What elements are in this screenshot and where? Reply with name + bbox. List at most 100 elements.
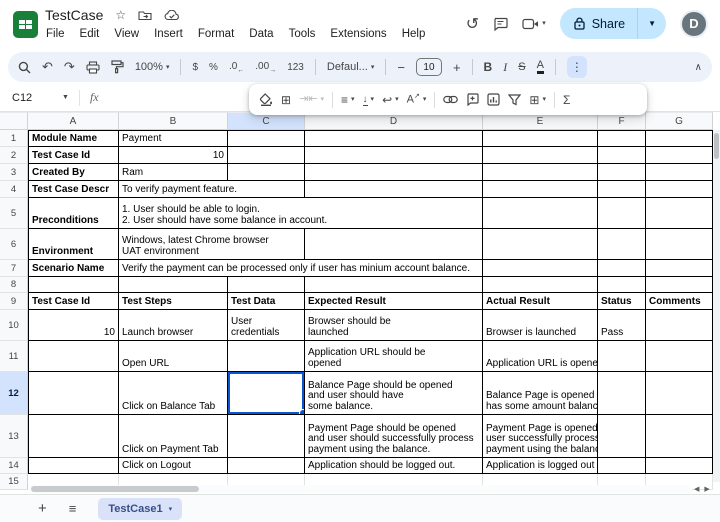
cell-D6[interactable]	[305, 229, 483, 260]
functions-sigma-button[interactable]: Σ	[563, 93, 570, 107]
bold-button[interactable]: B	[484, 60, 493, 74]
cell-A7[interactable]: Scenario Name	[28, 260, 119, 277]
undo-icon[interactable]: ↶	[42, 59, 53, 75]
cell-D4[interactable]	[305, 181, 483, 198]
cell-E4[interactable]	[483, 181, 598, 198]
cell-F12[interactable]	[598, 372, 646, 415]
cell-A12[interactable]	[28, 372, 119, 415]
name-box[interactable]: C12	[0, 92, 62, 104]
menu-file[interactable]: File	[46, 28, 65, 40]
cell-F5[interactable]	[598, 198, 646, 229]
create-filter-icon[interactable]	[508, 93, 522, 106]
cell-F7[interactable]	[598, 260, 646, 277]
star-icon[interactable]: ☆	[115, 9, 126, 21]
cell-G2[interactable]	[646, 147, 713, 164]
document-title[interactable]: TestCase	[45, 7, 103, 23]
cell-E7[interactable]	[483, 260, 598, 277]
row-header-15[interactable]: 15	[0, 474, 28, 490]
comment-history-icon[interactable]	[493, 17, 508, 31]
cell-C8[interactable]	[228, 277, 305, 293]
menu-extensions[interactable]: Extensions	[330, 28, 386, 40]
add-sheet-button[interactable]: +	[38, 500, 47, 517]
cell-D8[interactable]	[305, 277, 483, 293]
font-size-input[interactable]: 10	[415, 58, 442, 76]
row-header-2[interactable]: 2	[0, 147, 28, 164]
cell-B13[interactable]: Click on Payment Tab	[119, 415, 228, 458]
cell-E13[interactable]: Payment Page is opened and user successf…	[483, 415, 598, 458]
paint-format-icon[interactable]	[111, 60, 124, 74]
cell-A11[interactable]	[28, 341, 119, 372]
cell-F2[interactable]	[598, 147, 646, 164]
cell-B1[interactable]: Payment	[119, 130, 228, 147]
merge-cells-button[interactable]: ⇥⇤ ▾	[299, 94, 324, 105]
cell-E5[interactable]	[483, 198, 598, 229]
cell-G8[interactable]	[646, 277, 713, 293]
menu-insert[interactable]: Insert	[154, 28, 183, 40]
row-header-6[interactable]: 6	[0, 229, 28, 260]
cell-D2[interactable]	[305, 147, 483, 164]
more-formats-button[interactable]: 123	[287, 62, 304, 73]
cell-G3[interactable]	[646, 164, 713, 181]
cell-A13[interactable]	[28, 415, 119, 458]
cell-C13[interactable]	[228, 415, 305, 458]
col-header-G[interactable]: G	[646, 112, 713, 130]
row-header-13[interactable]: 13	[0, 415, 28, 458]
toolbar-more-button[interactable]: ⋮	[566, 56, 587, 78]
cell-F13[interactable]	[598, 415, 646, 458]
row-header-14[interactable]: 14	[0, 458, 28, 474]
cell-A10[interactable]: 10	[28, 310, 119, 341]
text-rotation-button[interactable]: A↗ ▾	[407, 93, 427, 106]
borders-icon[interactable]: ⊞	[281, 93, 291, 107]
row-header-8[interactable]: 8	[0, 277, 28, 293]
menu-format[interactable]: Format	[198, 28, 234, 40]
redo-icon[interactable]: ↷	[64, 59, 75, 75]
menu-tools[interactable]: Tools	[289, 28, 316, 40]
cell-C12[interactable]	[228, 372, 305, 415]
cell-A9[interactable]: Test Case Id	[28, 293, 119, 310]
cell-G14[interactable]	[646, 458, 713, 474]
cell-F14[interactable]	[598, 458, 646, 474]
cell-F1[interactable]	[598, 130, 646, 147]
cell-D11[interactable]: Application URL should be opened	[305, 341, 483, 372]
insert-comment-icon[interactable]	[466, 93, 479, 106]
decrease-decimal-button[interactable]: .0←	[229, 61, 244, 74]
row-header-1[interactable]: 1	[0, 130, 28, 147]
col-header-A[interactable]: A	[28, 112, 119, 130]
cell-D10[interactable]: Browser should be launched	[305, 310, 483, 341]
cell-D12[interactable]: Balance Page should be opened and user s…	[305, 372, 483, 415]
italic-button[interactable]: I	[503, 60, 507, 75]
text-color-button[interactable]: A	[536, 60, 544, 74]
avatar[interactable]: D	[680, 9, 708, 38]
cell-E9[interactable]: Actual Result	[483, 293, 598, 310]
cell-A14[interactable]	[28, 458, 119, 474]
cell-G9[interactable]: Comments	[646, 293, 713, 310]
vertical-align-button[interactable]: ↓ ▾	[362, 94, 374, 106]
strikethrough-button[interactable]: S	[518, 61, 525, 73]
name-box-caret-icon[interactable]: ▼	[62, 94, 69, 101]
row-header-5[interactable]: 5	[0, 198, 28, 229]
cell-F10[interactable]: Pass	[598, 310, 646, 341]
insert-link-icon[interactable]	[443, 95, 459, 104]
cell-B10[interactable]: Launch browser	[119, 310, 228, 341]
cell-C9[interactable]: Test Data	[228, 293, 305, 310]
cell-E8[interactable]	[483, 277, 598, 293]
cell-B2[interactable]: 10	[119, 147, 228, 164]
cell-E11[interactable]: Application URL is opened	[483, 341, 598, 372]
row-header-4[interactable]: 4	[0, 181, 28, 198]
cell-A5[interactable]: Preconditions	[28, 198, 119, 229]
row-header-7[interactable]: 7	[0, 260, 28, 277]
all-sheets-button[interactable]: ≡	[69, 501, 77, 516]
cell-F6[interactable]	[598, 229, 646, 260]
cell-C3[interactable]	[228, 164, 305, 181]
cell-B12[interactable]: Click on Balance Tab	[119, 372, 228, 415]
cell-F9[interactable]: Status	[598, 293, 646, 310]
increase-font-size-button[interactable]: +	[453, 60, 461, 75]
fill-color-icon[interactable]	[259, 93, 273, 106]
cell-F11[interactable]	[598, 341, 646, 372]
move-folder-icon[interactable]	[138, 10, 152, 21]
vertical-scrollbar[interactable]	[713, 130, 720, 482]
cell-D13[interactable]: Payment Page should be opened and user s…	[305, 415, 483, 458]
cell-E3[interactable]	[483, 164, 598, 181]
cell-G11[interactable]	[646, 341, 713, 372]
row-header-9[interactable]: 9	[0, 293, 28, 310]
